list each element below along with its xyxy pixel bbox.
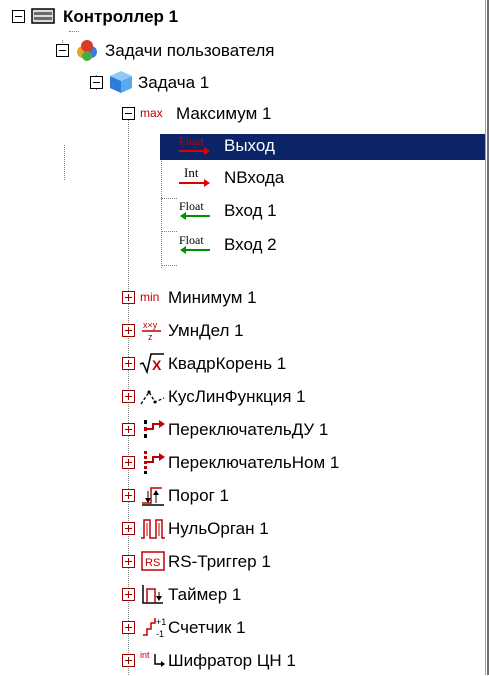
tree-item-counter[interactable]: +1 -1 Счетчик 1 (0, 611, 485, 643)
tree-item-label: ПереключательНом 1 (168, 453, 340, 472)
tree-panel: Контроллер 1 Задачи пользователя Задача … (0, 0, 485, 675)
encoder-icon: int (139, 648, 167, 672)
tree-item-timer[interactable]: Таймер 1 (0, 578, 485, 610)
expand-toggle[interactable] (122, 522, 135, 535)
encoder-icon-text: int (140, 650, 150, 660)
tree-item-label: НульОрган 1 (168, 519, 269, 538)
expand-toggle[interactable] (122, 555, 135, 568)
rs-trigger-icon: RS (139, 549, 167, 573)
tree-item-multiply-divide[interactable]: x×y z УмнДел 1 (0, 314, 485, 346)
tree-item-port-input1[interactable]: Float Вход 1 (0, 194, 485, 226)
collapse-toggle[interactable] (122, 107, 135, 120)
tree-item-label: Шифратор ЦН 1 (168, 651, 296, 670)
tree-item-threshold[interactable]: Порог 1 (0, 479, 485, 511)
tree-item-label: Задача 1 (138, 73, 210, 92)
tree-item-switch-nom[interactable]: ПереключательНом 1 (0, 446, 485, 478)
max-icon-text: max (140, 106, 163, 120)
tree-item-label: NВхода (224, 168, 285, 187)
tree-item-label: Минимум 1 (168, 288, 257, 307)
expand-toggle[interactable] (122, 588, 135, 601)
tree-item-label: КвадрКорень 1 (168, 354, 287, 373)
tree-item-label: Счетчик 1 (168, 618, 246, 637)
float-input-icon: Float (178, 232, 212, 256)
tree-item-label: Вход 1 (224, 201, 277, 220)
switch-du-icon (139, 417, 167, 441)
svg-text:+1: +1 (156, 617, 166, 627)
svg-text:z: z (148, 332, 153, 342)
tree-item-max-block[interactable]: max Максимум 1 (0, 97, 485, 129)
tree-item-label: Вход 2 (224, 235, 277, 254)
port-type-text: Float (179, 134, 204, 148)
switch-nom-icon (139, 450, 167, 474)
tree-item-label: RS-Триггер 1 (168, 552, 271, 571)
tree-item-rs-trigger[interactable]: RS RS-Триггер 1 (0, 545, 485, 577)
tree-item-min[interactable]: min Минимум 1 (0, 281, 485, 313)
tree-item-user-tasks[interactable]: Задачи пользователя (0, 34, 485, 66)
expand-toggle[interactable] (122, 621, 135, 634)
min-icon: min (139, 285, 169, 309)
piecewise-linear-icon (139, 384, 167, 408)
square-root-icon: X (139, 351, 165, 375)
tree-item-label: ПереключательДУ 1 (168, 420, 329, 439)
tree-item-controller[interactable]: Контроллер 1 (0, 0, 485, 32)
multiply-divide-icon: x×y z (139, 318, 165, 342)
svg-text:-1: -1 (156, 629, 164, 639)
tree-item-port-output[interactable]: Float Выход (0, 129, 485, 161)
port-type-text: Float (179, 233, 204, 247)
expand-toggle[interactable] (122, 489, 135, 502)
collapse-toggle[interactable] (90, 76, 103, 89)
rs-icon-text: RS (145, 557, 160, 569)
project-tree[interactable]: Контроллер 1 Задачи пользователя Задача … (0, 0, 485, 675)
expand-toggle[interactable] (122, 423, 135, 436)
expand-toggle[interactable] (122, 654, 135, 667)
tree-item-port-input2[interactable]: Float Вход 2 (0, 228, 485, 260)
expand-toggle[interactable] (122, 357, 135, 370)
tree-item-null-organ[interactable]: НульОрган 1 (0, 512, 485, 544)
max-icon: max (139, 101, 173, 125)
float-output-icon: Float (178, 133, 212, 157)
port-type-text: Int (184, 165, 199, 180)
expand-toggle[interactable] (122, 390, 135, 403)
timer-icon (139, 582, 167, 606)
tree-item-label: Выход (224, 136, 275, 155)
svg-text:X: X (152, 357, 162, 373)
expand-toggle[interactable] (122, 291, 135, 304)
tree-item-port-ninputs[interactable]: Int NВхода (0, 161, 485, 193)
user-tasks-icon (74, 38, 100, 62)
tree-item-label: КусЛинФункция 1 (168, 387, 306, 406)
tree-item-label: Порог 1 (168, 486, 229, 505)
tree-item-label: Таймер 1 (168, 585, 242, 604)
tree-item-task[interactable]: Задача 1 (0, 66, 485, 98)
task-cube-icon (108, 69, 134, 95)
expand-toggle[interactable] (122, 456, 135, 469)
counter-icon: +1 -1 (139, 615, 167, 639)
tree-line (161, 265, 177, 266)
expand-toggle[interactable] (122, 324, 135, 337)
tree-item-switch-du[interactable]: ПереключательДУ 1 (0, 413, 485, 445)
null-organ-icon (139, 516, 167, 540)
collapse-toggle[interactable] (12, 10, 25, 23)
svg-text:x×y: x×y (143, 320, 158, 330)
panel-border (485, 0, 489, 675)
tree-item-label: Контроллер 1 (63, 7, 179, 26)
float-input-icon: Float (178, 198, 212, 222)
port-type-text: Float (179, 199, 204, 213)
tree-item-square-root[interactable]: X КвадрКорень 1 (0, 347, 485, 379)
min-icon-text: min (140, 290, 159, 304)
tree-item-encoder[interactable]: int Шифратор ЦН 1 (0, 644, 485, 676)
int-output-icon: Int (178, 165, 212, 189)
controller-icon (30, 6, 56, 26)
threshold-icon (139, 483, 167, 507)
tree-item-piecewise-linear[interactable]: КусЛинФункция 1 (0, 380, 485, 412)
tree-item-label: УмнДел 1 (168, 321, 244, 340)
collapse-toggle[interactable] (56, 44, 69, 57)
tree-item-label: Максимум 1 (176, 104, 272, 123)
tree-item-label: Задачи пользователя (105, 41, 275, 60)
